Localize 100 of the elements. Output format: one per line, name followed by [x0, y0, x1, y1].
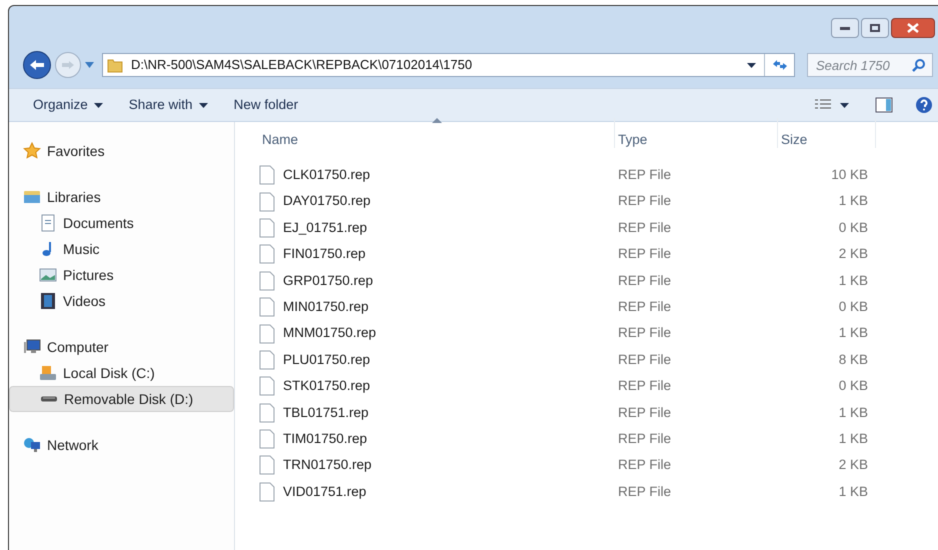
file-row[interactable]: GRP01750.rep REP File 1 KB — [259, 268, 938, 294]
sidebar-label: Libraries — [47, 188, 101, 206]
file-row[interactable]: TIM01750.rep REP File 1 KB — [259, 426, 938, 452]
file-icon — [259, 376, 275, 396]
file-type: REP File — [617, 272, 672, 290]
file-size: 1 KB — [838, 482, 868, 501]
file-row[interactable]: MIN01750.rep REP File 0 KB — [259, 294, 938, 320]
file-icon — [259, 429, 275, 450]
file-row[interactable]: TRN01750.rep REP File 2 KB — [259, 452, 938, 479]
file-type: REP File — [617, 166, 672, 184]
column-header[interactable]: Size — [778, 118, 876, 148]
file-name: PLU01750.rep — [283, 350, 370, 369]
toolbar-button[interactable]: Organize — [33, 94, 103, 116]
file-type: REP File — [617, 192, 672, 210]
file-type: REP File — [617, 482, 672, 501]
address-path: D:\NR-500\SAM4S\SALEBACK\REPBACK\07102014\1750 — [131, 56, 474, 74]
right-arrow-icon — [61, 60, 75, 70]
sidebar-item[interactable]: Network — [9, 432, 234, 458]
drive-icon — [40, 396, 58, 402]
search-field[interactable]: Search 1750 — [807, 53, 933, 77]
help-button[interactable] — [915, 96, 933, 114]
column-header[interactable]: Name — [259, 118, 615, 148]
sidebar-label: Favorites — [47, 142, 105, 160]
file-row[interactable]: FIN01750.rep REP File 2 KB — [259, 241, 938, 268]
file-name: MNM01750.rep — [283, 324, 376, 342]
search-icon — [912, 58, 926, 72]
caret-icon — [747, 62, 756, 68]
file-icon — [259, 165, 275, 186]
file-icon — [259, 482, 275, 502]
picture-icon — [39, 266, 57, 284]
file-icon — [259, 192, 275, 212]
file-row[interactable]: STK01750.rep REP File 0 KB — [259, 373, 938, 400]
sidebar-label: Removable Disk (D:) — [64, 390, 194, 409]
file-size: 1 KB — [838, 324, 868, 342]
file-size: 2 KB — [838, 456, 868, 474]
sidebar-item[interactable]: Videos — [9, 288, 234, 314]
file-type: REP File — [617, 218, 672, 237]
address-bar[interactable]: D:\NR-500\SAM4S\SALEBACK\REPBACK\07102014\1750 — [102, 53, 795, 77]
network-icon — [23, 436, 41, 454]
file-row[interactable]: EJ_01751.rep REP File 0 KB — [259, 214, 938, 242]
sidebar-item[interactable]: Libraries — [9, 184, 234, 210]
file-name: TBL01751.rep — [283, 404, 369, 422]
column-header[interactable]: Type — [615, 118, 778, 148]
file-name: FIN01750.rep — [283, 245, 366, 264]
file-type: REP File — [617, 245, 672, 264]
file-icon — [259, 324, 275, 344]
sidebar-item[interactable]: Removable Disk (D:) — [9, 386, 234, 412]
file-size: 0 KB — [838, 377, 868, 396]
file-name: MIN01750.rep — [283, 298, 369, 316]
file-size: 10 KB — [830, 166, 868, 184]
sort-arrow-icon — [432, 118, 442, 123]
close-button[interactable] — [891, 18, 935, 38]
sidebar-item[interactable]: Local Disk (C:) — [9, 360, 234, 386]
file-size: 2 KB — [838, 245, 868, 264]
file-size: 0 KB — [838, 298, 868, 316]
file-size: 8 KB — [838, 350, 868, 369]
file-size: 1 KB — [838, 404, 868, 422]
file-type: REP File — [617, 456, 672, 474]
toolbar-button[interactable]: New folder — [234, 94, 298, 116]
left-arrow-icon — [29, 59, 45, 71]
file-name: GRP01750.rep — [283, 272, 374, 290]
sidebar-item[interactable]: Music — [9, 236, 234, 262]
maximize-button[interactable] — [861, 18, 889, 38]
toolbar-button[interactable]: Share with — [128, 94, 208, 116]
file-name: EJ_01751.rep — [283, 218, 368, 237]
folder-icon — [23, 188, 41, 206]
sidebar-item[interactable]: Documents — [9, 210, 234, 236]
back-button[interactable] — [23, 51, 51, 79]
sidebar-item[interactable]: Favorites — [9, 138, 234, 164]
file-type: REP File — [617, 404, 672, 422]
caret-icon — [840, 102, 849, 108]
file-size: 0 KB — [838, 218, 868, 237]
sidebar-label: Music — [63, 240, 100, 258]
sidebar-label: Pictures — [63, 266, 114, 284]
file-name: STK01750.rep — [283, 377, 370, 396]
folder-icon — [107, 57, 123, 73]
film-icon — [39, 292, 57, 310]
minimize-button[interactable] — [831, 18, 859, 38]
file-row[interactable]: DAY01750.rep REP File 1 KB — [259, 188, 938, 215]
file-name: TIM01750.rep — [283, 430, 368, 448]
file-icon — [259, 244, 275, 264]
file-row[interactable]: MNM01750.rep REP File 1 KB — [259, 320, 938, 347]
caret-icon — [85, 62, 94, 68]
file-name: VID01751.rep — [283, 482, 366, 501]
file-size: 1 KB — [838, 272, 868, 290]
file-row[interactable]: PLU01750.rep REP File 8 KB — [259, 346, 938, 374]
file-type: REP File — [617, 324, 672, 342]
document-icon — [39, 214, 57, 232]
file-row[interactable]: TBL01751.rep REP File 1 KB — [259, 400, 938, 426]
sidebar-label: Computer — [47, 338, 108, 357]
close-icon — [907, 23, 919, 33]
sidebar-item[interactable]: Pictures — [9, 262, 234, 288]
sidebar-label: Videos — [63, 292, 106, 310]
sidebar-item[interactable]: Computer — [9, 334, 234, 360]
file-row[interactable]: CLK01750.rep REP File 10 KB — [259, 162, 938, 188]
preview-pane-button[interactable] — [875, 97, 893, 113]
file-icon — [259, 218, 275, 238]
file-icon — [259, 350, 275, 370]
drive-icon — [39, 364, 57, 382]
file-row[interactable]: VID01751.rep REP File 1 KB — [259, 478, 938, 506]
